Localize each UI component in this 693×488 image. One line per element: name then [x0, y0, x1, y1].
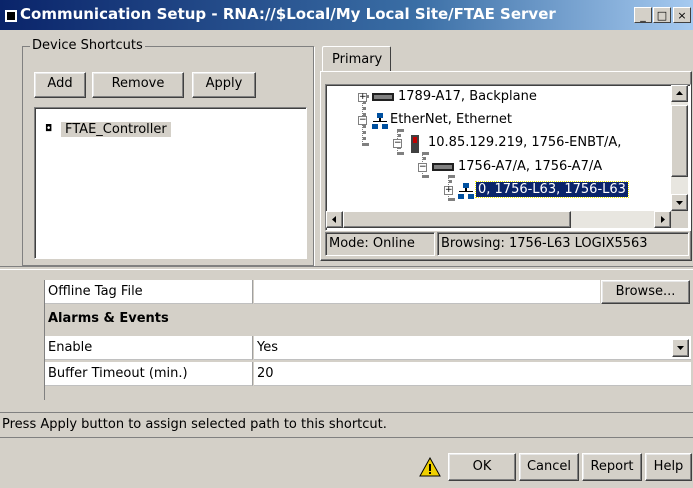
expand-toggle[interactable]: +: [358, 93, 367, 102]
buffer-timeout-label: Buffer Timeout (min.): [45, 362, 253, 386]
enable-select[interactable]: Yes: [254, 336, 691, 360]
apply-button[interactable]: Apply: [192, 72, 256, 98]
tab-primary[interactable]: Primary: [322, 46, 391, 72]
scroll-left-button[interactable]: [326, 211, 343, 228]
module-icon: [411, 135, 419, 153]
mode-text: Mode: Online: [329, 236, 415, 251]
scroll-thumb[interactable]: [343, 211, 571, 228]
app-icon: [5, 10, 17, 22]
collapse-toggle[interactable]: −: [358, 116, 367, 125]
arrow-down-icon: [676, 201, 683, 205]
splitter[interactable]: [0, 266, 693, 270]
alarms-events-title: Alarms & Events: [48, 311, 169, 326]
collapse-toggle[interactable]: −: [393, 139, 402, 148]
enable-dropdown-button[interactable]: [672, 339, 689, 357]
tree-node-label[interactable]: 10.85.129.219, 1756-ENBT/A,: [428, 135, 621, 150]
backplane-icon: [372, 93, 394, 101]
backplane-icon: [432, 163, 454, 171]
buffer-timeout-row: Buffer Timeout (min.) 20: [45, 362, 692, 386]
minimize-button[interactable]: _: [634, 7, 652, 23]
tree-node-selected[interactable]: 0, 1756-L63, 1756-L63: [475, 181, 629, 198]
browsing-text: Browsing: 1756-L63 LOGIX5563: [441, 236, 648, 251]
status-bar: Press Apply button to assign selected pa…: [0, 412, 693, 438]
expand-toggle[interactable]: +: [444, 186, 453, 195]
tree-node-label[interactable]: EtherNet, Ethernet: [390, 112, 512, 127]
browse-button[interactable]: Browse...: [601, 280, 690, 304]
shortcuts-list[interactable]: ◘ FTAE_Controller: [34, 107, 307, 259]
enable-label: Enable: [45, 336, 253, 360]
collapse-toggle[interactable]: −: [418, 163, 427, 172]
list-item[interactable]: ◘ FTAE_Controller: [45, 120, 265, 140]
enable-value: Yes: [257, 340, 278, 355]
remove-button[interactable]: Remove: [92, 72, 184, 98]
tab-primary-label: Primary: [332, 52, 383, 67]
close-button[interactable]: ×: [673, 7, 691, 23]
bullet-icon: ◘: [45, 124, 53, 134]
list-item-label: FTAE_Controller: [61, 122, 171, 137]
scroll-corner: [671, 211, 688, 228]
add-button[interactable]: Add: [34, 72, 86, 98]
network-icon: [458, 183, 474, 199]
arrow-up-icon: [676, 91, 683, 95]
communication-setup-window: Communication Setup - RNA://$Local/My Lo…: [0, 0, 693, 488]
alarms-events-section: Alarms & Events: [45, 307, 692, 331]
browsing-status: Browsing: 1756-L63 LOGIX5563: [437, 232, 689, 256]
enable-row: Enable Yes: [45, 336, 692, 360]
vertical-scrollbar[interactable]: [671, 85, 688, 211]
help-button[interactable]: Help: [645, 453, 692, 481]
scroll-thumb[interactable]: [671, 105, 688, 177]
arrow-left-icon: [332, 216, 336, 223]
warning-icon: [419, 457, 441, 477]
tree-node-label[interactable]: 1756-A7/A, 1756-A7/A: [458, 159, 602, 174]
tree-node-label[interactable]: 1789-A17, Backplane: [398, 89, 537, 104]
chevron-down-icon: [677, 346, 684, 350]
report-button[interactable]: Report: [582, 453, 642, 481]
window-title: Communication Setup - RNA://$Local/My Lo…: [20, 5, 556, 23]
mode-status: Mode: Online: [325, 232, 435, 256]
buffer-timeout-input[interactable]: 20: [254, 362, 691, 386]
offline-tag-file-label: Offline Tag File: [45, 280, 253, 304]
offline-tag-file-row: Offline Tag File Browse...: [45, 280, 692, 304]
device-tree[interactable]: + 1789-A17, Backplane − EtherNet, Ethern…: [325, 84, 691, 231]
horizontal-scrollbar[interactable]: [326, 211, 671, 228]
network-icon: [372, 113, 388, 129]
status-text: Press Apply button to assign selected pa…: [2, 417, 387, 432]
device-shortcuts-label: Device Shortcuts: [30, 38, 145, 53]
title-bar[interactable]: Communication Setup - RNA://$Local/My Lo…: [0, 0, 693, 30]
scroll-down-button[interactable]: [671, 194, 688, 211]
cancel-button[interactable]: Cancel: [519, 453, 579, 481]
property-grid: Offline Tag File Browse... Alarms & Even…: [44, 280, 692, 400]
scroll-up-button[interactable]: [671, 85, 688, 102]
maximize-button[interactable]: □: [653, 7, 671, 23]
scroll-right-button[interactable]: [654, 211, 671, 228]
ok-button[interactable]: OK: [448, 453, 516, 481]
arrow-right-icon: [661, 216, 665, 223]
offline-tag-file-input[interactable]: [254, 280, 600, 304]
